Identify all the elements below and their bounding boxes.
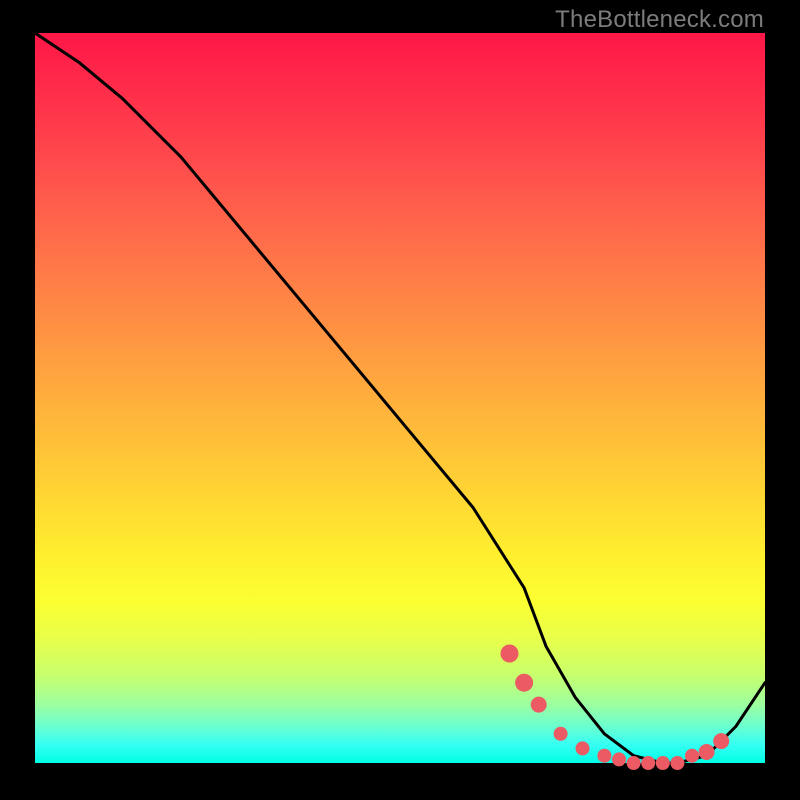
watermark-text: TheBottleneck.com: [555, 6, 764, 34]
bottleneck-curve: [35, 33, 765, 763]
chart-svg-layer: [35, 33, 765, 763]
valley-markers: [501, 645, 730, 771]
chart-plot-area: [35, 33, 765, 763]
